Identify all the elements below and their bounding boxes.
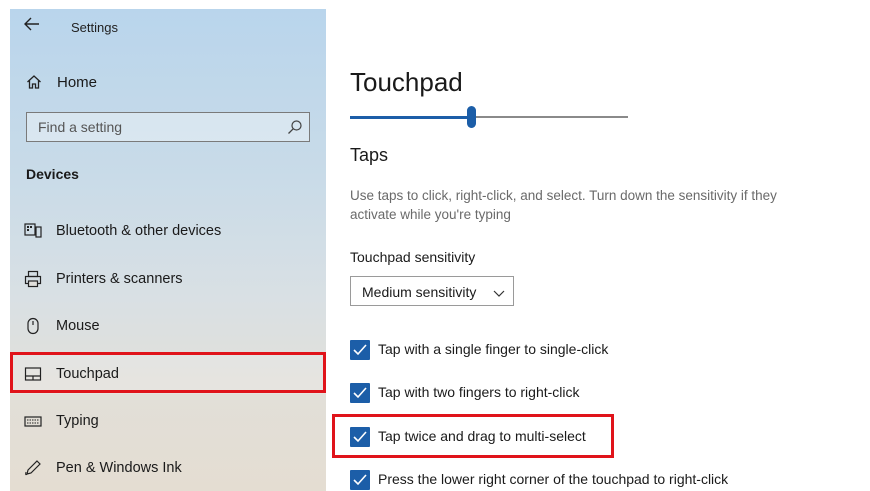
sidebar-item-label: Touchpad <box>56 366 119 382</box>
sensitivity-label: Touchpad sensitivity <box>350 249 476 265</box>
back-arrow-icon[interactable] <box>24 17 44 35</box>
search-input[interactable] <box>27 113 277 141</box>
sensitivity-dropdown[interactable]: Medium sensitivity <box>350 276 514 306</box>
section-title-taps: Taps <box>350 145 389 165</box>
sidebar-item-home[interactable]: Home <box>10 69 326 97</box>
search-icon[interactable] <box>287 119 303 135</box>
sidebar-item-typing[interactable]: Typing <box>10 401 326 441</box>
sidebar-item-label: Bluetooth & other devices <box>56 223 222 239</box>
sidebar-item-label: Mouse <box>56 318 100 334</box>
sidebar: Settings Home Devices Bluetooth & other … <box>10 9 326 491</box>
checkbox-label: Tap with two fingers to right-click <box>378 384 580 400</box>
page-title: Touchpad <box>350 67 463 97</box>
home-icon <box>26 74 44 92</box>
checkbox-single-finger-click[interactable]: Tap with a single finger to single-click <box>350 339 850 361</box>
checkbox-tap-twice-drag[interactable]: Tap twice and drag to multi-select <box>350 426 850 448</box>
checkbox[interactable] <box>350 427 370 447</box>
pen-icon <box>24 459 42 477</box>
taps-description: Use taps to click, right-click, and sele… <box>350 188 777 222</box>
bluetooth-devices-icon <box>24 222 42 240</box>
section-header-devices: Devices <box>26 166 79 182</box>
dropdown-value: Medium sensitivity <box>362 284 477 300</box>
touchpad-icon <box>24 365 42 383</box>
chevron-down-icon <box>493 286 505 298</box>
checkbox-label: Press the lower right corner of the touc… <box>378 471 729 487</box>
slider-track <box>472 116 628 118</box>
keyboard-icon <box>24 412 42 430</box>
search-box[interactable] <box>26 112 310 142</box>
sidebar-item-label: Typing <box>56 413 99 429</box>
slider-thumb[interactable] <box>467 106 476 128</box>
checkbox-two-finger-right-click[interactable]: Tap with two fingers to right-click <box>350 382 850 404</box>
main-content: Touchpad Taps Use taps to click, right-c… <box>326 0 870 491</box>
sidebar-item-label: Home <box>57 74 98 91</box>
printer-icon <box>24 270 42 288</box>
checkbox-label: Tap twice and drag to multi-select <box>378 428 586 444</box>
checkbox-label: Tap with a single finger to single-click <box>378 341 609 357</box>
app-title: Settings <box>71 20 118 35</box>
checkbox[interactable] <box>350 383 370 403</box>
sidebar-item-printers[interactable]: Printers & scanners <box>10 259 326 299</box>
sidebar-item-bluetooth[interactable]: Bluetooth & other devices <box>10 211 326 251</box>
sidebar-item-touchpad[interactable]: Touchpad <box>10 354 326 394</box>
sidebar-item-label: Printers & scanners <box>56 271 183 287</box>
checkbox[interactable] <box>350 470 370 490</box>
sidebar-item-label: Pen & Windows Ink <box>56 460 182 476</box>
page-slider[interactable] <box>350 105 628 129</box>
checkbox-lower-right-corner[interactable]: Press the lower right corner of the touc… <box>350 469 850 491</box>
mouse-icon <box>24 317 42 335</box>
checkbox[interactable] <box>350 340 370 360</box>
sidebar-item-mouse[interactable]: Mouse <box>10 306 326 346</box>
sidebar-item-pen[interactable]: Pen & Windows Ink <box>10 448 326 488</box>
slider-track-fill <box>350 116 472 119</box>
title-bar: Settings <box>10 9 326 43</box>
